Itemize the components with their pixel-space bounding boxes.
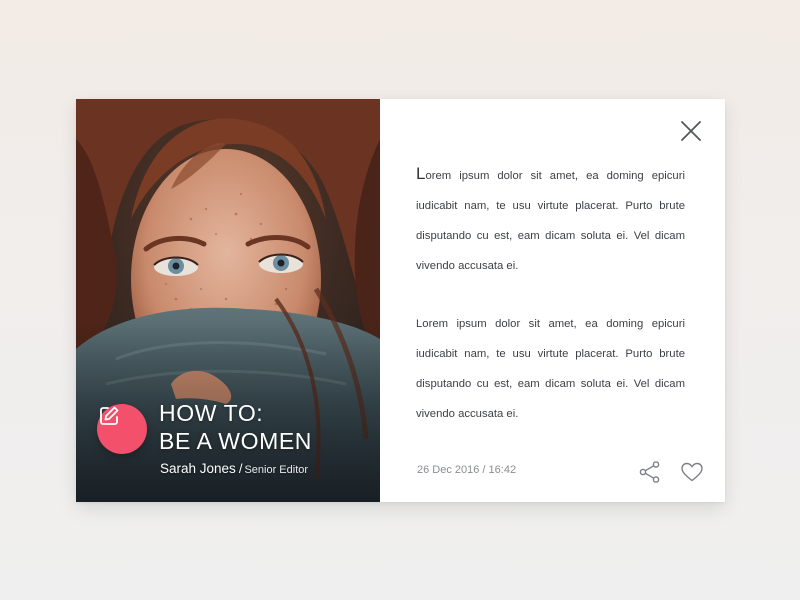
paragraph-text: orem ipsum dolor sit amet, ea doming epi… (416, 170, 685, 272)
article-headline: HOW TO: BE A WOMEN (159, 399, 374, 455)
paragraph-text: Lorem ipsum dolor sit amet, ea doming ep… (416, 318, 685, 420)
article-date: 26 Dec 2016 / 16:42 (417, 464, 517, 476)
like-button[interactable] (680, 460, 704, 484)
author-role: Senior Editor (244, 464, 309, 476)
article-content: Lorem ipsum dolor sit amet, ea doming ep… (380, 99, 725, 502)
close-button[interactable] (679, 119, 703, 143)
headline-line-1: HOW TO: (159, 400, 264, 426)
pencil-square-icon (100, 406, 119, 425)
edit-button[interactable] (97, 404, 147, 454)
share-icon (639, 461, 660, 483)
heart-icon (681, 462, 703, 482)
article-card: HOW TO: BE A WOMEN Sarah Jones / Senior Ed… (76, 99, 725, 502)
author-byline: Sarah Jones / Senior Editor (160, 460, 308, 478)
cover-photo: HOW TO: BE A WOMEN Sarah Jones / Senior Ed… (76, 99, 380, 502)
share-button[interactable] (638, 460, 662, 484)
author-name[interactable]: Sarah Jones (160, 461, 236, 476)
headline-line-2: BE A WOMEN (159, 428, 312, 454)
author-separator: / (238, 461, 243, 476)
close-icon (681, 121, 701, 141)
article-paragraph-1: Lorem ipsum dolor sit amet, ea doming ep… (416, 159, 685, 281)
article-paragraph-2: Lorem ipsum dolor sit amet, ea doming ep… (416, 309, 685, 429)
